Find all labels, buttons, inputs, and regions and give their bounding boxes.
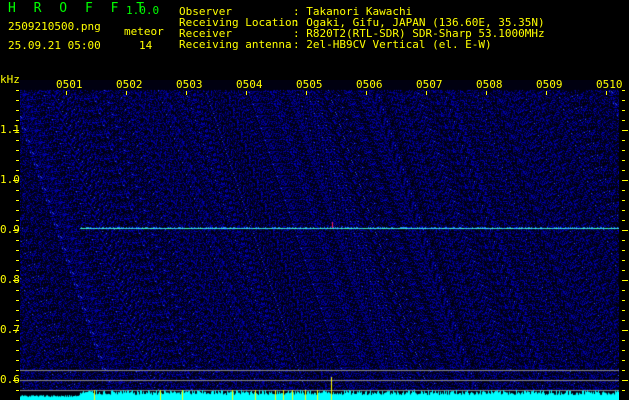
y-tick (16, 320, 19, 321)
y-tick (622, 160, 625, 161)
y-tick (622, 320, 625, 321)
y-tick (622, 170, 625, 171)
y-tick (622, 110, 625, 111)
y-tick (622, 130, 628, 131)
y-tick (622, 120, 625, 121)
y-tick (622, 380, 628, 381)
datetime: 25.09.21 05:00 (8, 39, 101, 52)
y-tick (622, 360, 625, 361)
y-tick (16, 110, 19, 111)
x-tick-label: 0506 (356, 78, 383, 91)
x-tick (366, 91, 367, 95)
info-value: : 2el-HB9CV Vertical (el. E-W) (293, 38, 492, 51)
x-tick (306, 91, 307, 95)
x-tick (126, 91, 127, 95)
filename: 2509210500.png (8, 20, 101, 33)
y-tick (622, 250, 625, 251)
y-tick (622, 210, 625, 211)
unit-label: kHz (0, 73, 20, 86)
meteor-label: meteor (124, 25, 164, 38)
y-tick (622, 310, 625, 311)
y-tick (622, 260, 625, 261)
x-tick-label: 0505 (296, 78, 323, 91)
y-tick (622, 270, 625, 271)
x-tick (246, 91, 247, 95)
y-tick (622, 330, 628, 331)
info-label: Receiving antenna (179, 38, 292, 51)
y-tick (16, 250, 19, 251)
y-tick (16, 190, 19, 191)
x-tick-label: 0503 (176, 78, 203, 91)
y-tick (622, 350, 625, 351)
y-tick (16, 120, 19, 121)
y-tick (16, 340, 19, 341)
y-tick (16, 260, 19, 261)
x-tick (66, 91, 67, 95)
y-tick (622, 220, 625, 221)
y-tick (16, 220, 19, 221)
y-tick (13, 130, 19, 131)
y-tick (13, 330, 19, 331)
y-tick (622, 300, 625, 301)
y-tick (622, 140, 625, 141)
y-tick (622, 340, 625, 341)
x-tick (186, 91, 187, 95)
y-tick (16, 310, 19, 311)
y-tick (13, 230, 19, 231)
x-tick-label: 0509 (536, 78, 563, 91)
y-tick (13, 280, 19, 281)
y-tick (16, 160, 19, 161)
y-tick (622, 150, 625, 151)
y-tick (622, 180, 628, 181)
x-tick (426, 91, 427, 95)
y-tick (16, 170, 19, 171)
y-tick (16, 270, 19, 271)
x-tick (486, 91, 487, 95)
y-tick (13, 380, 19, 381)
y-tick (622, 280, 628, 281)
y-tick (622, 190, 625, 191)
y-tick (16, 290, 19, 291)
y-tick (622, 230, 628, 231)
y-tick (16, 100, 19, 101)
y-tick (622, 290, 625, 291)
y-tick (16, 390, 19, 391)
meteor-count: 14 (139, 39, 153, 52)
y-tick (16, 370, 19, 371)
y-tick (16, 210, 19, 211)
x-tick-label: 0508 (476, 78, 503, 91)
y-tick (622, 370, 625, 371)
x-tick-label: 0510 (596, 78, 623, 91)
x-tick-label: 0507 (416, 78, 443, 91)
x-tick (606, 91, 607, 95)
y-tick (622, 240, 625, 241)
y-tick (622, 200, 625, 201)
x-tick (546, 91, 547, 95)
y-tick (16, 300, 19, 301)
spectrogram (20, 80, 619, 400)
y-tick (622, 390, 625, 391)
y-tick (16, 360, 19, 361)
y-tick (13, 180, 19, 181)
y-tick (622, 100, 625, 101)
y-tick (16, 240, 19, 241)
x-tick-label: 0504 (236, 78, 263, 91)
y-tick (16, 90, 19, 91)
version: 1.0.0 (126, 4, 160, 17)
y-tick (16, 350, 19, 351)
hrofft-window: H R O F F T 1.0.0 2509210500.png 25.09.2… (0, 0, 629, 400)
y-tick (16, 200, 19, 201)
x-tick-label: 0502 (116, 78, 143, 91)
y-tick (16, 140, 19, 141)
y-tick (16, 150, 19, 151)
x-tick-label: 0501 (56, 78, 83, 91)
